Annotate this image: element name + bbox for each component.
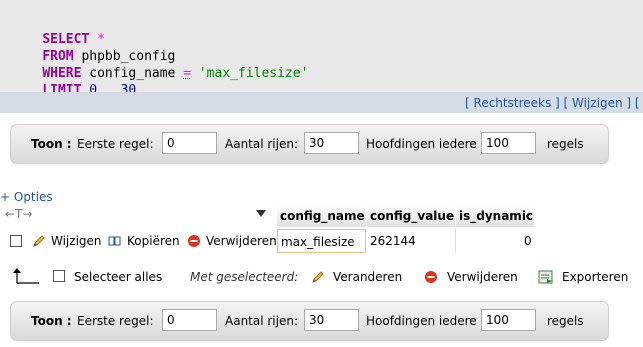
column-header-config-name[interactable]: config_name <box>277 205 367 227</box>
table-row: Wijzigen Kopiëren Verwijderen max_filesi… <box>0 229 540 253</box>
select-all-label[interactable]: Selecteer alles <box>74 270 162 284</box>
column-divider <box>455 229 456 253</box>
with-selected-label: Met geselecteerd: <box>190 270 299 284</box>
query-actions-bar: [ Rechtstreeks ] [ Wijzigen ] [ W <box>0 92 643 113</box>
sql-value: 'max_filesize' <box>198 66 309 81</box>
rows-input[interactable] <box>304 309 359 331</box>
bracket-close: ] [ <box>626 96 640 110</box>
first-row-label: Eerste regel: <box>77 137 154 151</box>
export-icon <box>538 270 553 284</box>
bracket-sep: ] [ <box>555 96 569 110</box>
cell-config-value[interactable]: 262144 <box>370 234 416 248</box>
column-header-config-value[interactable]: config_value <box>367 205 456 227</box>
delete-icon <box>188 235 200 247</box>
cell-is-dynamic[interactable]: 0 <box>524 234 532 248</box>
column-header-label: is_dynamic <box>459 209 534 223</box>
toon-label: Toon : <box>31 314 72 328</box>
pencil-icon <box>33 235 45 247</box>
query-actions: [ Rechtstreeks ] [ Wijzigen ] [ W <box>465 96 643 110</box>
first-row-input[interactable] <box>162 309 217 331</box>
rules-label: regels <box>547 314 584 328</box>
options-link[interactable]: + Opties <box>0 190 53 204</box>
cell-config-name-text: max_filesize <box>281 235 355 249</box>
delete-icon <box>425 271 437 283</box>
headers-input[interactable] <box>481 132 536 154</box>
first-row-input[interactable] <box>162 132 217 154</box>
arrow-up-left-icon <box>13 268 39 284</box>
cell-config-name[interactable]: max_filesize <box>277 229 366 253</box>
column-header-label: config_name <box>280 209 365 223</box>
bulk-delete-button[interactable]: Verwijderen <box>447 270 518 284</box>
column-header-label: config_value <box>370 209 455 223</box>
edit-query-link[interactable]: Wijzigen <box>572 96 623 110</box>
select-all-checkbox[interactable] <box>53 270 65 282</box>
row-copy-link[interactable]: Kopiëren <box>127 234 180 248</box>
row-checkbox[interactable] <box>10 235 22 247</box>
toon-label: Toon : <box>31 137 72 151</box>
rules-label: regels <box>547 137 584 151</box>
navigation-panel-bottom: Toon : Eerste regel: Aantal rijen: Hoofd… <box>10 301 609 341</box>
headers-label: Hoofdingen iedere <box>366 137 477 151</box>
sort-dropdown-icon[interactable] <box>256 210 266 217</box>
direct-link[interactable]: Rechtstreeks <box>474 96 552 110</box>
pencil-icon <box>312 271 324 283</box>
headers-input[interactable] <box>481 309 536 331</box>
row-delete-link[interactable]: Verwijderen <box>206 234 277 248</box>
navigation-panel-top: Toon : Eerste regel: Aantal rijen: Hoofd… <box>10 124 609 164</box>
copy-icon <box>108 236 121 246</box>
rows-input[interactable] <box>304 132 359 154</box>
sql-query-box: SELECT * FROM phpbb_config WHERE config_… <box>0 0 643 98</box>
row-edit-link[interactable]: Wijzigen <box>51 234 102 248</box>
rows-label: Aantal rijen: <box>225 137 299 151</box>
bulk-export-button[interactable]: Exporteren <box>562 270 628 284</box>
headers-label: Hoofdingen iedere <box>366 314 477 328</box>
bulk-change-button[interactable]: Veranderen <box>333 270 402 284</box>
bracket-open: [ <box>465 96 470 110</box>
sql-equals: = <box>183 66 192 81</box>
first-row-label: Eerste regel: <box>77 314 154 328</box>
rows-label: Aantal rijen: <box>225 314 299 328</box>
column-header-is-dynamic[interactable]: is_dynamic <box>456 205 535 227</box>
column-arrows-icon[interactable]: ←T→ <box>5 207 32 221</box>
